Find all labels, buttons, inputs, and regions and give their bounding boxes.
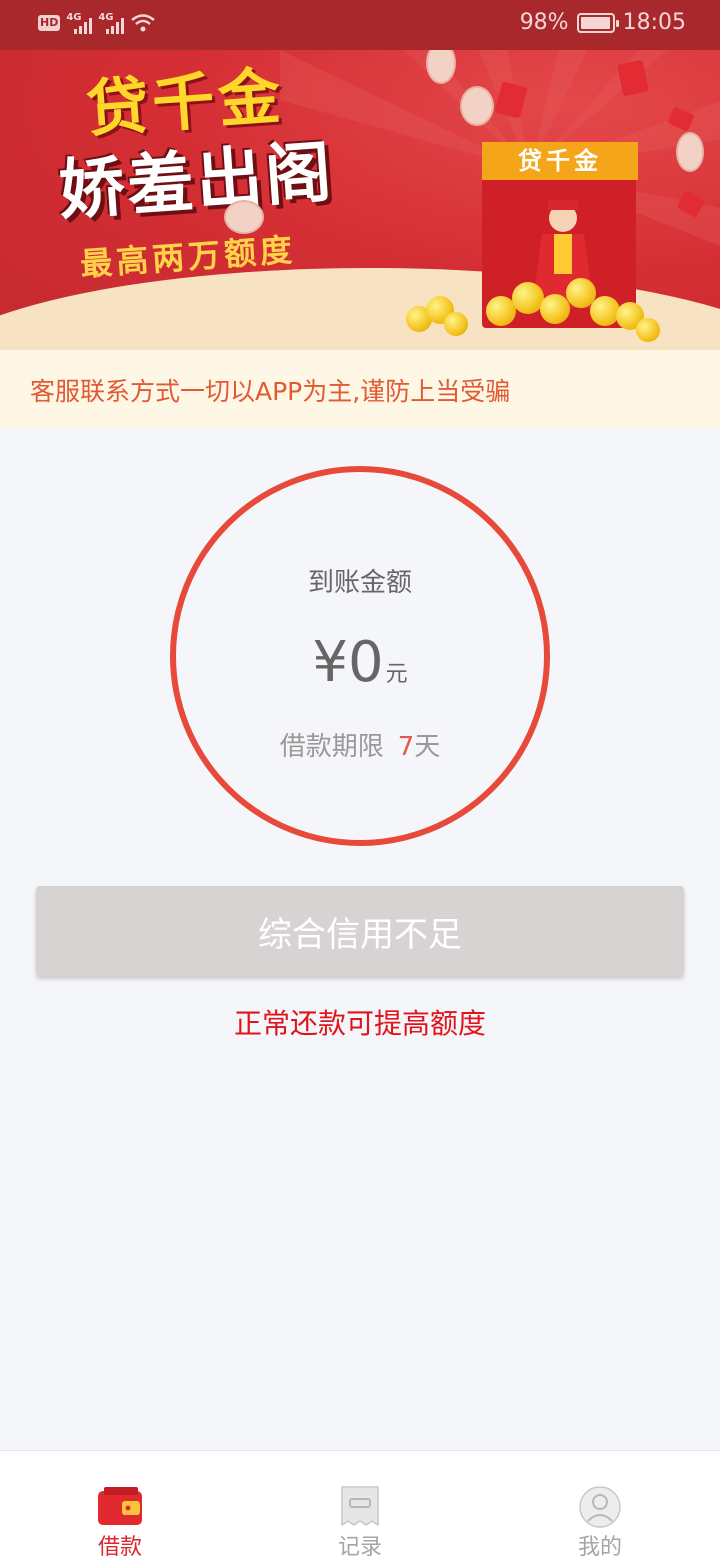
loan-term-unit: 天	[414, 732, 441, 762]
floating-coin-icon	[224, 200, 264, 234]
tab-loan[interactable]: 借款	[0, 1451, 240, 1560]
amount-unit: 元	[385, 662, 408, 687]
gold-coin-icon	[590, 296, 620, 326]
tab-records-label: 记录	[337, 1535, 382, 1560]
amount-circle: 到账金额 ¥0元 借款期限 7天	[170, 466, 550, 846]
currency-symbol: ¥	[312, 630, 348, 695]
notice-bar: 客服联系方式一切以APP为主,谨防上当受骗	[0, 350, 720, 428]
tab-profile-label: 我的	[577, 1535, 622, 1560]
status-bar: HD 4G 4G 98% 18:05	[0, 0, 720, 50]
credit-hint: 正常还款可提高额度	[233, 1007, 486, 1040]
banner-headline: 娇羞出阁	[56, 133, 337, 230]
battery-icon	[576, 12, 619, 33]
floating-coin-icon	[460, 86, 494, 126]
battery-percent: 98%	[519, 10, 569, 35]
cellular-signal-icon: 4G	[66, 12, 93, 34]
record-icon	[341, 1486, 379, 1527]
gold-coin-icon	[540, 294, 570, 324]
promo-banner[interactable]: 贷千金 娇羞出阁 最高两万额度 贷千金	[0, 0, 720, 350]
tab-records[interactable]: 记录	[240, 1451, 480, 1560]
amount-display: ¥0元	[176, 630, 544, 695]
hd-badge: HD	[38, 15, 61, 31]
loan-term-value: 7	[397, 732, 415, 762]
amount-label: 到账金额	[307, 568, 412, 598]
insufficient-credit-button[interactable]: 综合信用不足	[36, 886, 684, 976]
status-indicators: HD 4G 4G	[38, 12, 156, 34]
amount-value: 0	[347, 630, 384, 695]
gold-coin-icon	[444, 312, 468, 336]
notice-text: 客服联系方式一切以APP为主,谨防上当受骗	[30, 377, 511, 406]
tab-profile[interactable]: 我的	[480, 1451, 720, 1560]
floating-coin-icon	[676, 132, 704, 172]
wifi-icon	[131, 14, 156, 32]
wallet-icon	[98, 1487, 142, 1525]
loan-term-label: 借款期限	[279, 732, 384, 762]
loan-term-row: 借款期限 7天	[176, 726, 544, 763]
clock: 18:05	[622, 10, 686, 35]
gold-coin-icon	[636, 318, 660, 342]
profile-icon	[579, 1486, 621, 1528]
cellular-signal-icon: 4G	[98, 12, 125, 34]
tab-loan-label: 借款	[97, 1535, 142, 1560]
bottom-tab-bar: 借款 记录 我的	[0, 1450, 720, 1560]
envelope-tag: 贷千金	[482, 142, 638, 180]
status-right: 98% 18:05	[520, 10, 686, 35]
